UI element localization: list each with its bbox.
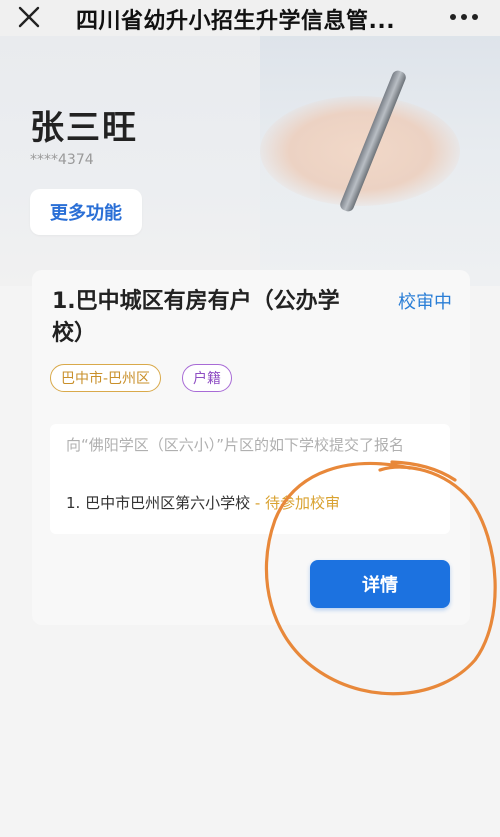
user-phone: ****4374 [30, 152, 94, 168]
page-title: 四川省幼升小招生升学信息管... [76, 9, 396, 34]
submission-notice: 向“佛阳学区（区六小）”片区的如下学校提交了报名 1. 巴中市巴州区第六小学校 … [50, 424, 450, 534]
household-tag: 户籍 [182, 364, 232, 392]
school-name: 1. 巴中市巴州区第六小学校 [66, 494, 251, 512]
status-badge: 校审中 [398, 292, 452, 313]
more-functions-button[interactable]: 更多功能 [30, 189, 142, 235]
school-list-item: 1. 巴中市巴州区第六小学校 - 待参加校审 [66, 492, 340, 513]
application-card: 1.巴中城区有房有户（公办学校） 校审中 巴中市-巴州区 户籍 向“佛阳学区（区… [32, 270, 470, 625]
close-icon[interactable] [16, 4, 42, 30]
notice-text: 向“佛阳学区（区六小）”片区的如下学校提交了报名 [66, 436, 405, 454]
user-name: 张三旺 [30, 108, 138, 148]
region-tag: 巴中市-巴州区 [50, 364, 162, 392]
more-dots-icon[interactable] [448, 6, 480, 28]
application-title: 1.巴中城区有房有户（公办学校） [52, 289, 340, 346]
nav-bar: 四川省幼升小招生升学信息管... [0, 0, 500, 36]
detail-button[interactable]: 详情 [310, 560, 450, 608]
profile-header: 张三旺 ****4374 更多功能 [0, 36, 500, 286]
school-status: - 待参加校审 [250, 494, 341, 512]
